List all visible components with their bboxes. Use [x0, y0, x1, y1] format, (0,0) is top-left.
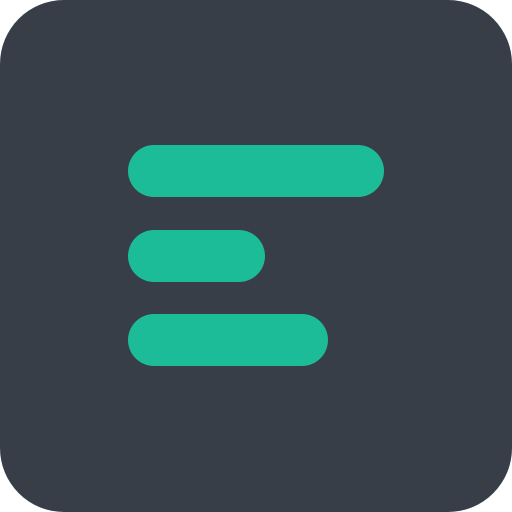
app-icon[interactable] — [0, 0, 512, 512]
bar-medium — [128, 314, 328, 366]
bar-long — [128, 145, 384, 197]
bar-short — [128, 230, 265, 282]
